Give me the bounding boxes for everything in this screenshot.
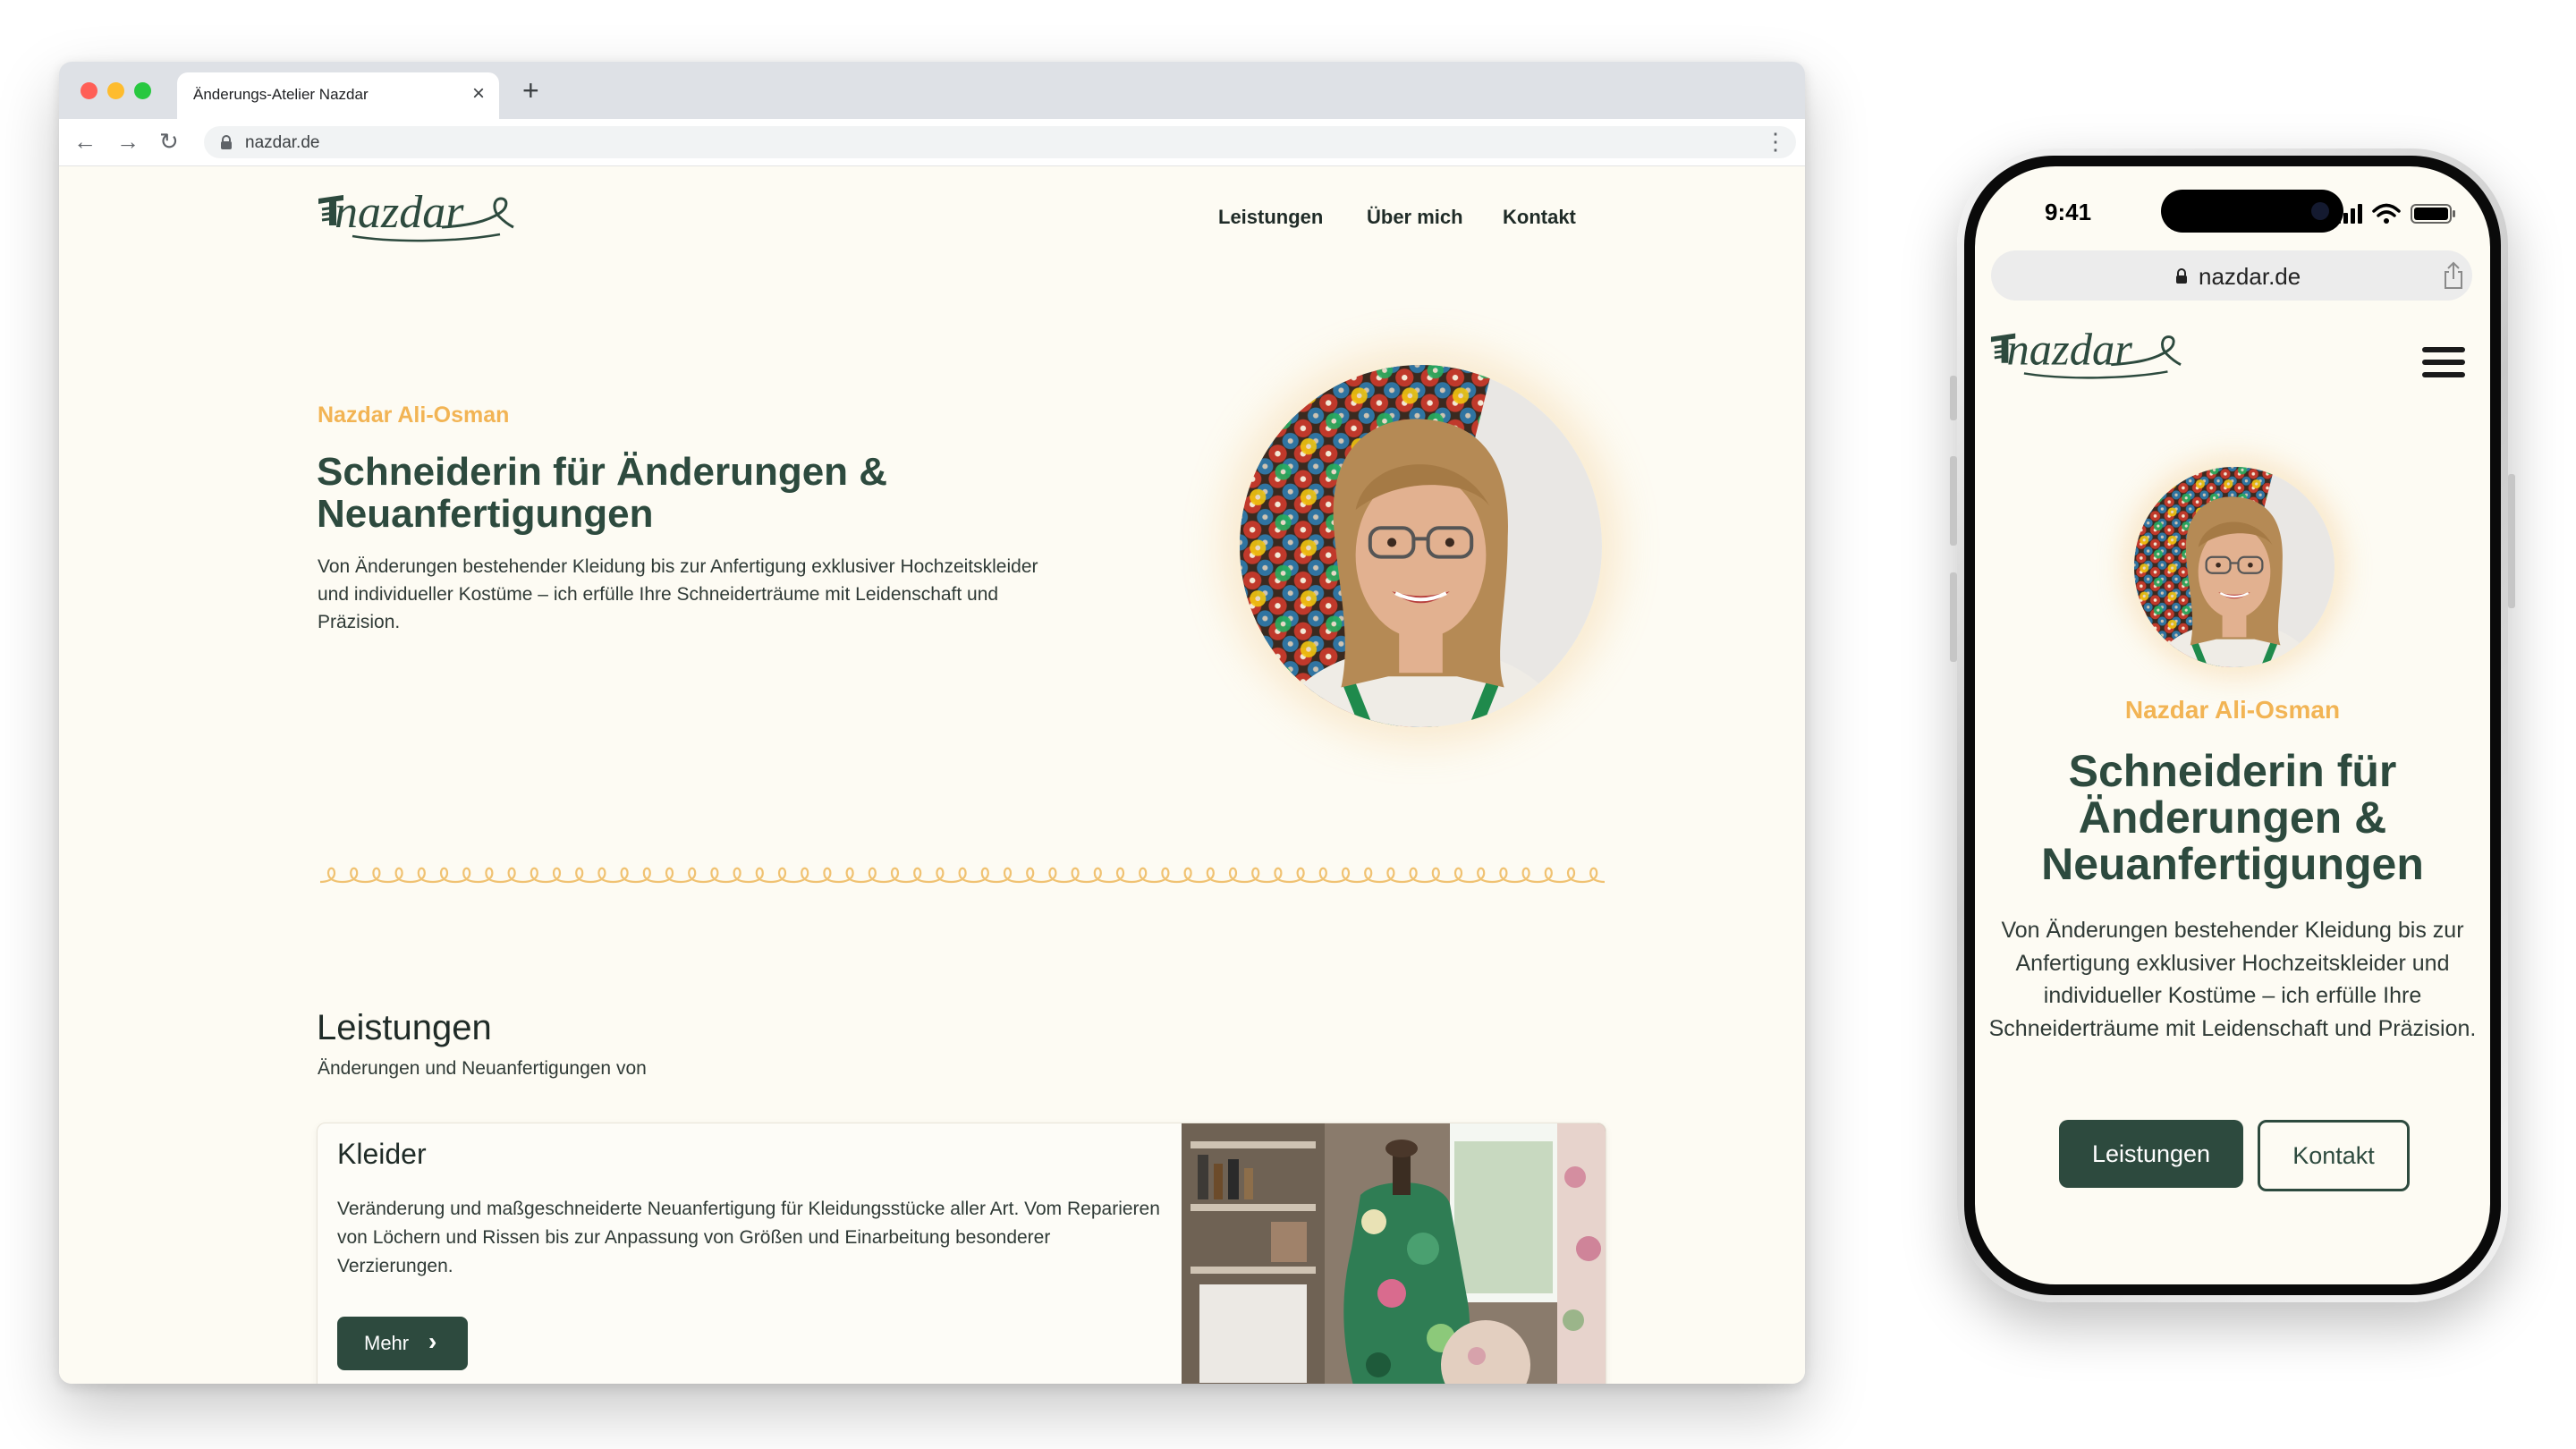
nav-link-ueber-mich[interactable]: Über mich: [1367, 206, 1463, 229]
tab-nazdar[interactable]: Änderungs-Atelier Nazdar ×: [177, 72, 499, 119]
card-text: Veränderung und maßgeschneiderte Neuanfe…: [337, 1199, 1160, 1276]
portrait-photo: [1240, 365, 1602, 727]
camera-icon: [2311, 202, 2329, 220]
phone-hero-eyebrow: Nazdar Ali-Osman: [2124, 696, 2341, 724]
services-subtitle: Änderungen und Neuanfertigungen von: [318, 1058, 647, 1079]
loop-divider: [319, 867, 1605, 884]
status-time: 9:41: [2045, 199, 2092, 225]
share-icon[interactable]: [2442, 261, 2465, 290]
hamburger-menu-icon[interactable]: [2422, 347, 2465, 379]
page-viewport: nazdar Leistungen Über mich Kontakt Nazd…: [59, 166, 1805, 1384]
service-card-kleider: Kleider Veränderung und maßgeschneiderte…: [317, 1123, 1606, 1384]
nazdar-logo[interactable]: nazdar: [1989, 324, 2182, 386]
browser-menu-icon[interactable]: ⋮: [1764, 126, 1787, 157]
kontakt-button[interactable]: Kontakt: [2258, 1120, 2410, 1191]
svg-text:nazdar: nazdar: [335, 187, 464, 238]
address-bar[interactable]: nazdar.de: [204, 126, 1796, 158]
wifi-icon: [2372, 203, 2401, 224]
mehr-button-label: Mehr: [364, 1332, 410, 1354]
forward-arrow-icon[interactable]: →: [116, 126, 140, 157]
tab-bar: Änderungs-Atelier Nazdar × +: [59, 62, 1805, 119]
hero-text: Von Änderungen bestehender Kleidung bis …: [318, 556, 1038, 632]
nav-link-leistungen[interactable]: Leistungen: [1218, 206, 1323, 229]
status-icons: [2336, 203, 2455, 224]
atelier-photo: [1182, 1123, 1606, 1384]
desktop-browser-window: Änderungs-Atelier Nazdar × + ← → ↻ nazda…: [59, 62, 1805, 1384]
phone-hero-text: Von Änderungen bestehender Kleidung bis …: [1988, 918, 2477, 1041]
phone-side-button: [1950, 376, 1957, 420]
phone-hero-title: Schneiderin für Änderungen & Neuanfertig…: [2041, 746, 2424, 889]
mehr-button[interactable]: Mehr ›: [337, 1317, 468, 1370]
hero-title: Schneiderin für Änderungen & Neuanfertig…: [317, 450, 888, 536]
close-tab-icon[interactable]: ×: [472, 81, 485, 106]
browser-toolbar: ← → ↻ nazdar.de ⋮: [59, 119, 1805, 166]
phone-address-bar[interactable]: nazdar.de: [1991, 250, 2472, 301]
tab-title: Änderungs-Atelier Nazdar: [193, 86, 369, 103]
phone-url-text: nazdar.de: [2199, 263, 2301, 290]
portrait-photo: [2134, 467, 2334, 667]
phone-power-button: [2508, 474, 2515, 608]
hero-eyebrow: Nazdar Ali-Osman: [318, 402, 510, 428]
minimize-window-button[interactable]: [107, 82, 124, 99]
svg-text:nazdar: nazdar: [2006, 325, 2132, 375]
phone-volume-down: [1950, 572, 1957, 662]
services-title: Leistungen: [317, 1008, 492, 1047]
signal-icon: [2336, 204, 2362, 224]
card-title: Kleider: [337, 1138, 427, 1170]
battery-icon: [2411, 204, 2455, 224]
new-tab-icon[interactable]: +: [522, 74, 539, 106]
url-text: nazdar.de: [245, 133, 320, 152]
maximize-window-button[interactable]: [134, 82, 151, 99]
phone-screen: 9:41 nazdar.de nazdar Nazdar Ali-Osman S…: [1975, 166, 2490, 1284]
phone-volume-up: [1950, 456, 1957, 546]
back-arrow-icon[interactable]: ←: [73, 126, 97, 157]
lock-icon: [221, 135, 232, 149]
chevron-right-icon: ›: [428, 1327, 437, 1355]
lock-icon: [2176, 268, 2187, 284]
reload-icon[interactable]: ↻: [159, 126, 179, 157]
close-window-button[interactable]: [80, 82, 97, 99]
dynamic-island: [2161, 190, 2343, 233]
nav-link-kontakt[interactable]: Kontakt: [1503, 206, 1576, 229]
leistungen-button[interactable]: Leistungen: [2059, 1120, 2243, 1188]
nazdar-logo[interactable]: nazdar: [317, 186, 515, 249]
